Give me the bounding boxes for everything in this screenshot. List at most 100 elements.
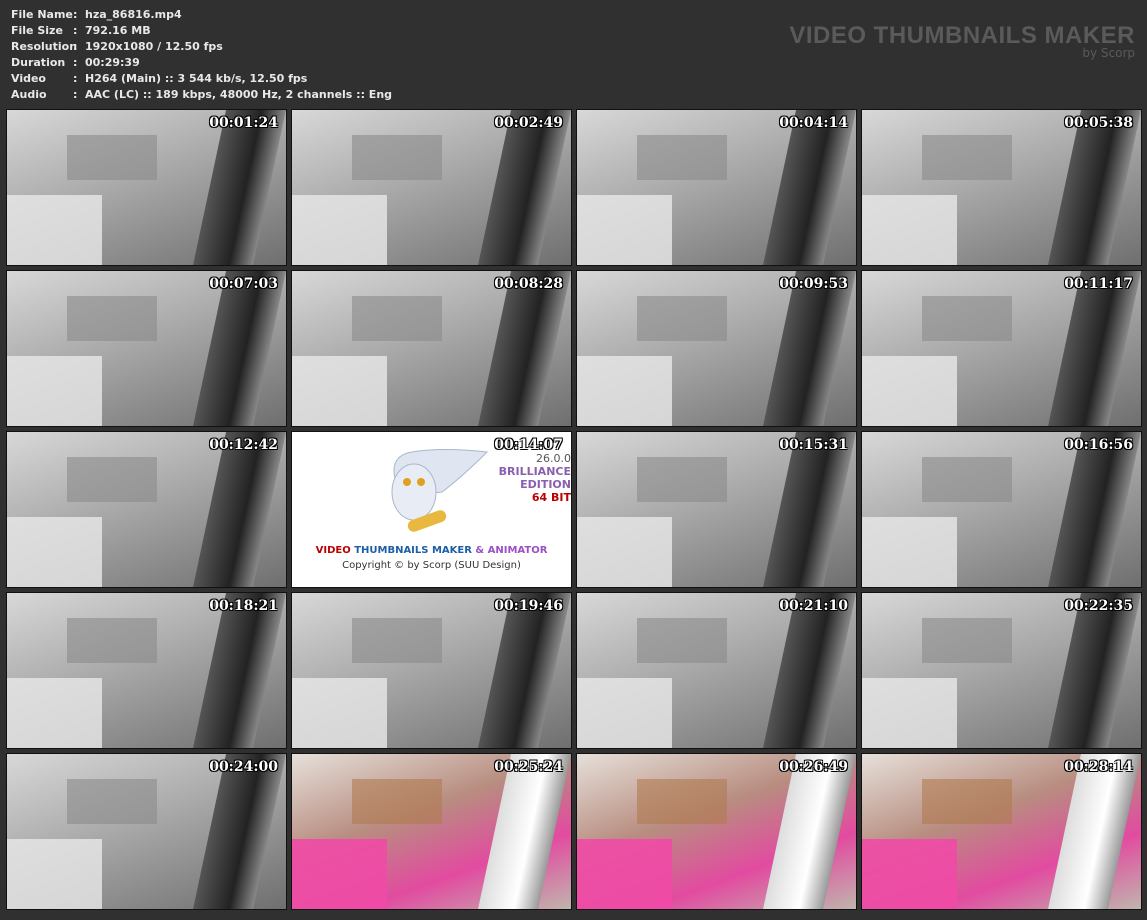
scene-desk [922,618,1012,663]
scene-desk [67,135,157,180]
thumbnail[interactable]: 00:22:35 [861,592,1142,749]
scene-wall [1048,754,1141,909]
scene-wall [1048,593,1141,748]
info-value: AAC (LC) :: 189 kbps, 48000 Hz, 2 channe… [85,88,393,101]
thumbnail[interactable]: 00:09:53 [576,270,857,427]
scene-wall [763,271,856,426]
timestamp: 00:14:07 [494,437,563,453]
scene-bed [862,839,957,909]
timestamp: 00:04:14 [779,115,848,131]
info-colon: : [73,40,78,53]
thumbnail[interactable]: 00:01:24 [6,109,287,266]
info-colon: : [73,24,78,37]
scene-bed [577,195,672,265]
scene-desk [67,779,157,824]
scene-wall [1048,432,1141,587]
scene-bed [862,678,957,748]
info-colon: : [73,56,78,69]
info-row: File Name: hza_86816.mp4 [11,7,392,23]
timestamp: 00:18:21 [209,598,278,614]
timestamp: 00:21:10 [779,598,848,614]
timestamp: 00:26:49 [779,759,848,775]
thumbnail[interactable]: 00:07:03 [6,270,287,427]
timestamp: 00:11:17 [1064,276,1133,292]
thumbnail-grid: 00:01:24 00:02:49 00:04:14 00:05:38 00:07:03… [6,109,1142,910]
thumbnail[interactable]: 26.0.0 BRILLIANCE EDITION 64 BIT VIDEO THUM… [291,431,572,588]
scene-desk [352,135,442,180]
title-part: & ANIMATOR [475,545,548,556]
thumbnail[interactable]: 00:28:14 [861,753,1142,910]
copyright: Copyright © by Scorp (SUU Design) [342,560,521,571]
scene-desk [67,618,157,663]
info-label: Duration [11,56,66,69]
scene-desk [637,618,727,663]
scene-desk [352,296,442,341]
thumbnail[interactable]: 00:16:56 [861,431,1142,588]
thumbnail[interactable]: 00:18:21 [6,592,287,749]
edition-label-2: EDITION [520,478,571,491]
edition-label: BRILLIANCE [498,465,571,478]
thumbnail[interactable]: 00:25:24 [291,753,572,910]
thumbnail[interactable]: 00:08:28 [291,270,572,427]
scene-desk [637,779,727,824]
owl-logo-icon [391,449,489,532]
scene-bed [7,356,102,426]
scene-desk [922,135,1012,180]
timestamp: 00:24:00 [209,759,278,775]
thumbnail[interactable]: 00:19:46 [291,592,572,749]
scene-desk [352,779,442,824]
thumbnail[interactable]: 00:15:31 [576,431,857,588]
scene-bed [862,195,957,265]
scene-bed [7,195,102,265]
title-part: VIDEO [315,545,351,556]
timestamp: 00:05:38 [1064,115,1133,131]
brand-watermark: VIDEO THUMBNAILS MAKER by Scorp [789,22,1135,60]
version-label: 26.0.0 [536,452,571,465]
timestamp: 00:15:31 [779,437,848,453]
thumbnail[interactable]: 00:26:49 [576,753,857,910]
info-row: Resolution:1920x1080 / 12.50 fps [11,39,392,55]
thumbnail[interactable]: 00:04:14 [576,109,857,266]
scene-wall [478,271,571,426]
info-label: File Name [11,8,73,21]
scene-desk [922,457,1012,502]
bits-label: 64 BIT [531,491,571,504]
scene-wall [763,593,856,748]
scene-bed [577,356,672,426]
info-row: Duration:00:29:39 [11,55,392,71]
timestamp: 00:22:35 [1064,598,1133,614]
logo-title: VIDEO THUMBNAILS MAKER & ANIMATOR [292,545,571,556]
scene-wall [478,754,571,909]
scene-desk [637,135,727,180]
version-info: 26.0.0 BRILLIANCE EDITION 64 BIT [499,452,571,504]
scene-wall [478,110,571,265]
thumbnail[interactable]: 00:11:17 [861,270,1142,427]
scene-desk [922,779,1012,824]
info-value: 00:29:39 [85,56,140,69]
scene-bed [7,517,102,587]
timestamp: 00:08:28 [494,276,563,292]
timestamp: 00:07:03 [209,276,278,292]
scene-wall [478,593,571,748]
scene-bed [862,356,957,426]
info-label: Audio [11,88,47,101]
thumbnail[interactable]: 00:12:42 [6,431,287,588]
scene-bed [862,517,957,587]
scene-bed [577,517,672,587]
info-colon: : [73,8,78,21]
thumbnail[interactable]: 00:21:10 [576,592,857,749]
info-row: Video: H264 (Main) :: 3 544 kb/s, 12.50 f… [11,71,392,87]
scene-desk [922,296,1012,341]
info-value: hza_86816.mp4 [85,8,182,21]
scene-bed [7,839,102,909]
scene-bed [7,678,102,748]
scene-wall [1048,271,1141,426]
scene-wall [193,271,286,426]
thumbnail[interactable]: 00:05:38 [861,109,1142,266]
scene-wall [193,593,286,748]
thumbnail[interactable]: 00:24:00 [6,753,287,910]
file-info: File Name: hza_86816.mp4 File Size:792.16 … [11,7,392,103]
info-label: Video [11,72,46,85]
thumbnail[interactable]: 00:02:49 [291,109,572,266]
scene-desk [637,457,727,502]
